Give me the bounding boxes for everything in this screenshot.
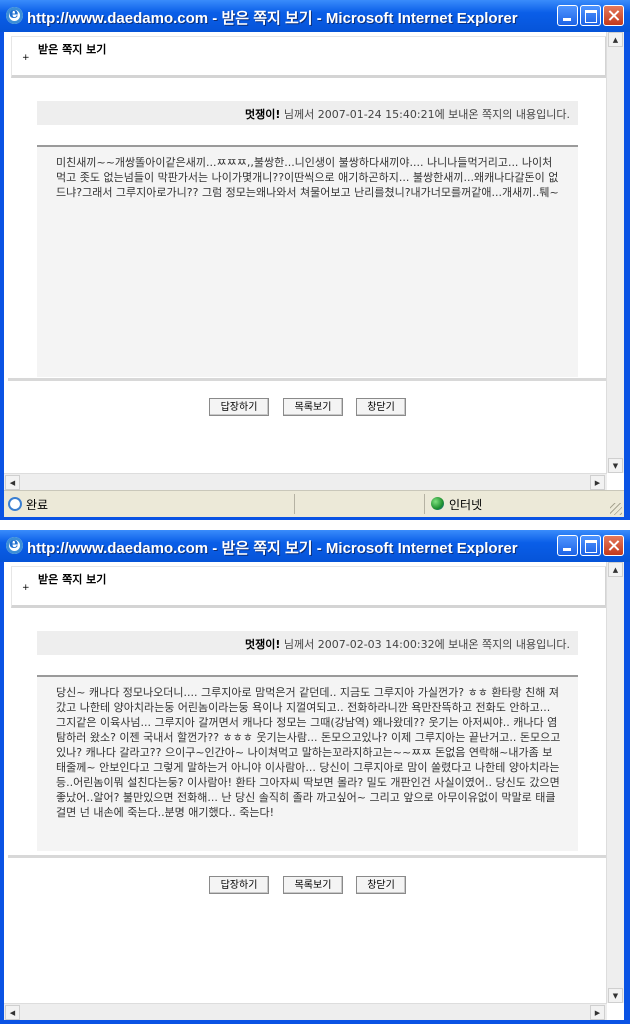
sender-name: 멋쟁이! bbox=[245, 108, 281, 121]
title-bar[interactable]: http://www.daedamo.com - 받은 쪽지 보기 - Micr… bbox=[0, 0, 630, 32]
page-header: + 받은 쪽지 보기 bbox=[11, 566, 608, 608]
page-icon bbox=[8, 497, 22, 511]
resize-grip[interactable] bbox=[610, 503, 622, 515]
status-divider bbox=[424, 494, 425, 514]
message-info: 멋쟁이! 님께서 2007-01-24 15:40:21에 보내온 쪽지의 내용… bbox=[245, 106, 570, 122]
page-header: + 받은 쪽지 보기 bbox=[11, 36, 608, 78]
scroll-down-icon[interactable]: ▼ bbox=[608, 458, 623, 473]
globe-icon bbox=[431, 497, 444, 510]
horizontal-scrollbar[interactable]: ◀ ▶ bbox=[4, 1003, 607, 1020]
message-info-bar: 멋쟁이! 님께서 2007-02-03 14:00:32에 보내온 쪽지의 내용… bbox=[37, 631, 578, 655]
horizontal-scrollbar[interactable]: ◀ ▶ bbox=[4, 473, 607, 490]
message-body: 당신~ 캐나다 정모나오더니.... 그루지아로 맘먹은거 같던데.. 지금도 … bbox=[56, 686, 561, 819]
maximize-button[interactable] bbox=[580, 5, 601, 26]
minimize-button[interactable] bbox=[557, 535, 578, 556]
status-text: 완료 bbox=[26, 498, 49, 512]
window-gap bbox=[0, 520, 630, 530]
security-zone: 인터넷 bbox=[449, 498, 483, 512]
scroll-right-icon[interactable]: ▶ bbox=[590, 475, 605, 490]
message-box: 당신~ 캐나다 정모나오더니.... 그루지아로 맘먹은거 같던데.. 지금도 … bbox=[37, 675, 578, 851]
status-bar: 완료 인터넷 bbox=[4, 490, 624, 517]
message-info-text: 님께서 2007-01-24 15:40:21에 보내온 쪽지의 내용입니다. bbox=[280, 108, 570, 121]
page-content: + 받은 쪽지 보기 멋쟁이! 님께서 2007-01-24 15:40:21에… bbox=[4, 32, 624, 490]
scroll-right-icon[interactable]: ▶ bbox=[590, 1005, 605, 1020]
list-button[interactable]: 목록보기 bbox=[283, 398, 343, 416]
browser-window-1: http://www.daedamo.com - 받은 쪽지 보기 - Micr… bbox=[0, 0, 630, 520]
reply-button[interactable]: 답장하기 bbox=[209, 398, 269, 416]
sender-name: 멋쟁이! bbox=[245, 638, 281, 651]
close-window-button[interactable] bbox=[603, 535, 624, 556]
window-title: http://www.daedamo.com - 받은 쪽지 보기 - Micr… bbox=[27, 10, 518, 27]
vertical-scrollbar[interactable]: ▲ ▼ bbox=[606, 562, 624, 1003]
scroll-left-icon[interactable]: ◀ bbox=[5, 475, 20, 490]
minimize-button[interactable] bbox=[557, 5, 578, 26]
close-button[interactable]: 창닫기 bbox=[356, 398, 406, 416]
title-bar[interactable]: http://www.daedamo.com - 받은 쪽지 보기 - Micr… bbox=[0, 530, 630, 562]
message-body: 미친새끼~~개쌍똘아이같은새끼...ㅉㅉㅉ,,불쌍한...니인생이 불쌍하다새끼… bbox=[56, 156, 559, 199]
reply-button[interactable]: 답장하기 bbox=[209, 876, 269, 894]
message-box: 미친새끼~~개쌍똘아이같은새끼...ㅉㅉㅉ,,불쌍한...니인생이 불쌍하다새끼… bbox=[37, 145, 578, 377]
scroll-down-icon[interactable]: ▼ bbox=[608, 988, 623, 1003]
maximize-button[interactable] bbox=[580, 535, 601, 556]
divider bbox=[8, 378, 606, 381]
scroll-up-icon[interactable]: ▲ bbox=[608, 32, 623, 47]
plus-icon: + bbox=[22, 583, 30, 593]
divider bbox=[8, 855, 606, 858]
scroll-left-icon[interactable]: ◀ bbox=[5, 1005, 20, 1020]
plus-icon: + bbox=[22, 53, 30, 63]
scroll-up-icon[interactable]: ▲ bbox=[608, 562, 623, 577]
close-window-button[interactable] bbox=[603, 5, 624, 26]
message-info-bar: 멋쟁이! 님께서 2007-01-24 15:40:21에 보내온 쪽지의 내용… bbox=[37, 101, 578, 125]
page-title: 받은 쪽지 보기 bbox=[38, 43, 107, 56]
browser-window-2: http://www.daedamo.com - 받은 쪽지 보기 - Micr… bbox=[0, 530, 630, 1024]
close-button[interactable]: 창닫기 bbox=[356, 876, 406, 894]
list-button[interactable]: 목록보기 bbox=[283, 876, 343, 894]
window-title: http://www.daedamo.com - 받은 쪽지 보기 - Micr… bbox=[27, 540, 518, 557]
page-title: 받은 쪽지 보기 bbox=[38, 573, 107, 586]
page-content: + 받은 쪽지 보기 멋쟁이! 님께서 2007-02-03 14:00:32에… bbox=[4, 562, 624, 1020]
ie-icon[interactable] bbox=[6, 4, 23, 24]
ie-icon[interactable] bbox=[6, 534, 23, 554]
status-divider bbox=[294, 494, 295, 514]
message-info-text: 님께서 2007-02-03 14:00:32에 보내온 쪽지의 내용입니다. bbox=[280, 638, 570, 651]
message-info: 멋쟁이! 님께서 2007-02-03 14:00:32에 보내온 쪽지의 내용… bbox=[245, 636, 570, 652]
vertical-scrollbar[interactable]: ▲ ▼ bbox=[606, 32, 624, 473]
